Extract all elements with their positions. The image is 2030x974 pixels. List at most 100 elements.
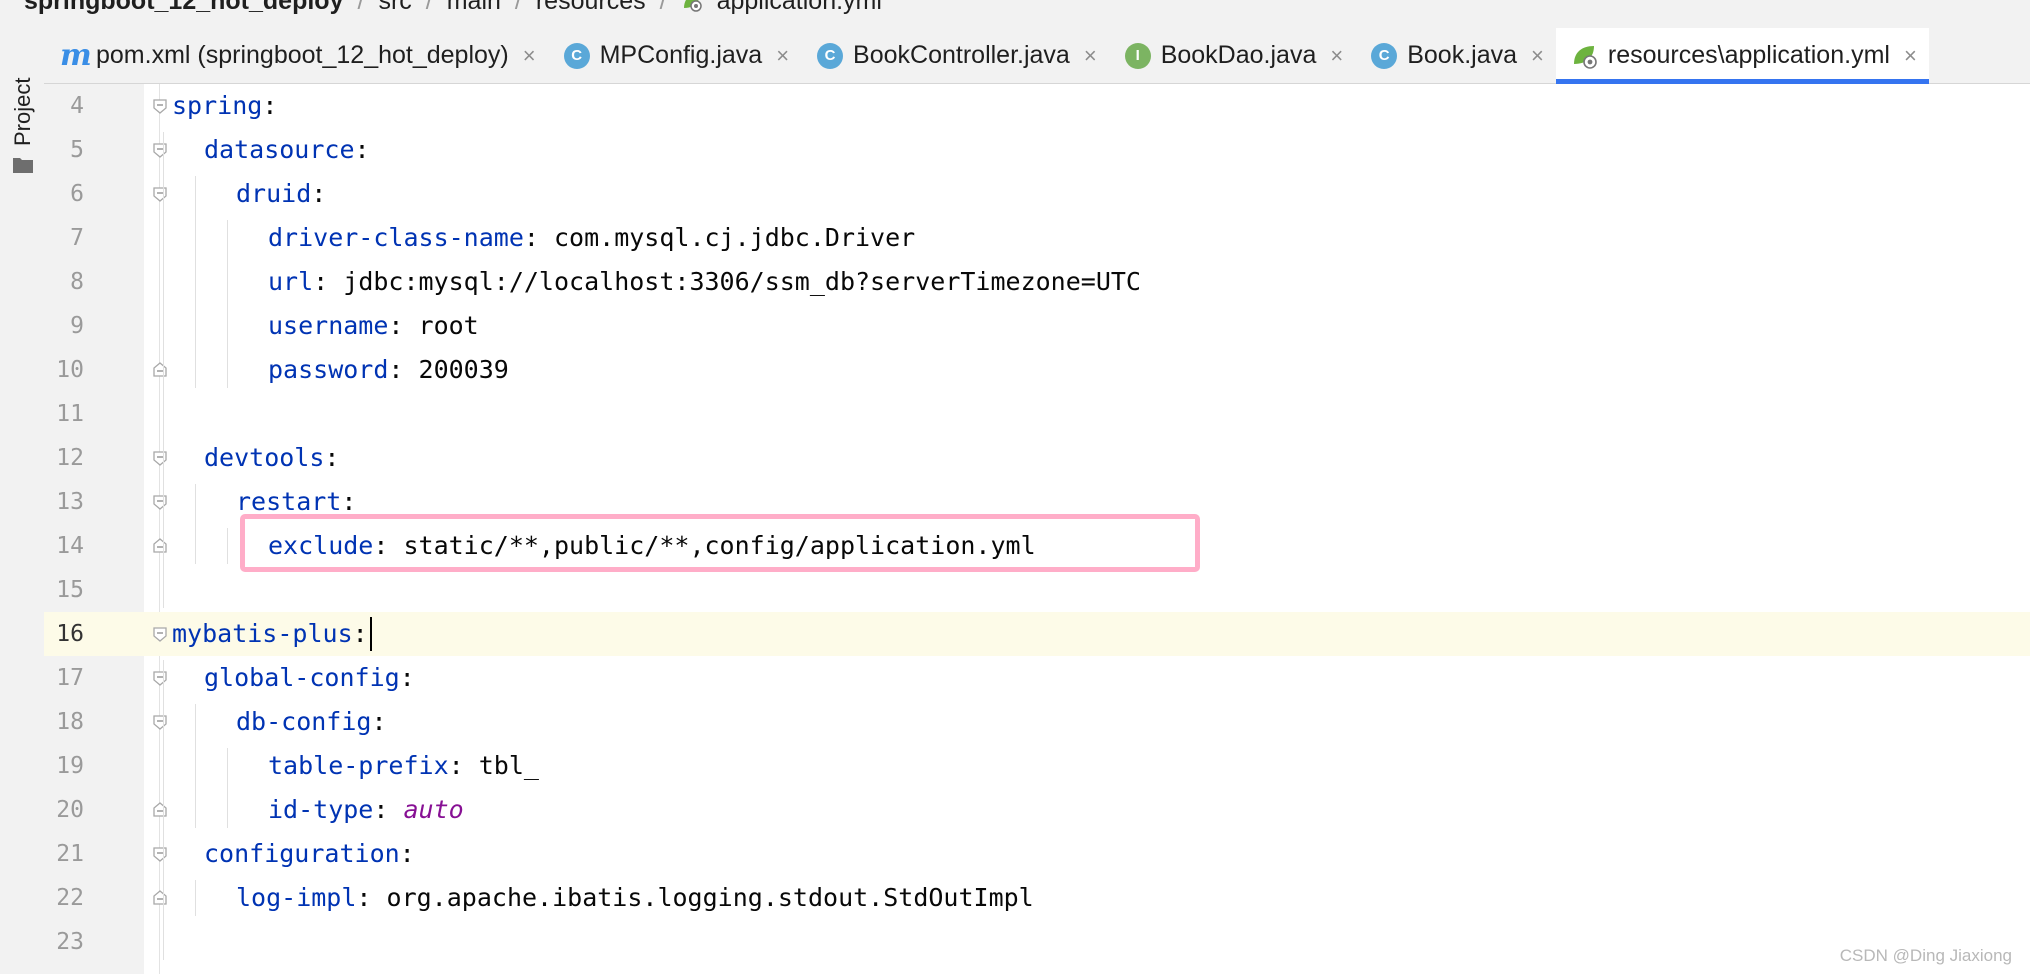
close-icon[interactable]: × xyxy=(1084,43,1097,69)
breadcrumb-item-project[interactable]: springboot_12_hot_deploy xyxy=(24,0,343,16)
breadcrumb-item-main[interactable]: main xyxy=(447,0,501,16)
code-line[interactable]: 9 username: root xyxy=(44,304,2030,348)
fold-collapse-icon[interactable] xyxy=(152,186,168,202)
folder-icon[interactable] xyxy=(12,156,34,174)
code-text: datasource: xyxy=(204,128,370,172)
yaml-separator: : xyxy=(523,223,554,252)
code-line[interactable]: 5 datasource: xyxy=(44,128,2030,172)
yaml-value: tbl_ xyxy=(478,751,539,780)
line-number: 11 xyxy=(56,401,84,427)
yaml-key: password xyxy=(268,355,389,384)
line-number: 5 xyxy=(70,137,84,163)
fold-collapse-icon[interactable] xyxy=(152,626,168,642)
indent-guide xyxy=(195,704,196,828)
code-text: id-type: auto xyxy=(268,788,464,832)
code-line[interactable]: 18 db-config: xyxy=(44,700,2030,744)
code-line[interactable]: 16 mybatis-plus: xyxy=(44,612,2030,656)
line-number: 21 xyxy=(56,841,84,867)
code-line[interactable]: 22 log-impl: org.apache.ibatis.logging.st… xyxy=(44,876,2030,920)
tab-mpconfig-java[interactable]: C MPConfig.java × xyxy=(548,28,801,83)
code-text: global-config: xyxy=(204,656,415,700)
code-text: url: jdbc:mysql://localhost:3306/ssm_db?… xyxy=(268,260,1141,304)
code-line[interactable]: 4 spring: xyxy=(44,84,2030,128)
indent-guide xyxy=(227,748,228,828)
code-line[interactable]: 7 driver-class-name: com.mysql.cj.jdbc.Dr… xyxy=(44,216,2030,260)
yaml-key: configuration xyxy=(204,839,400,868)
code-text: db-config: xyxy=(236,700,387,744)
code-line[interactable]: 20 id-type: auto xyxy=(44,788,2030,832)
tab-bookdao-java[interactable]: I BookDao.java × xyxy=(1109,28,1356,83)
fold-end-icon[interactable] xyxy=(152,802,168,818)
code-text: username: root xyxy=(268,304,479,348)
yaml-value: com.mysql.cj.jdbc.Driver xyxy=(553,223,916,252)
fold-collapse-icon[interactable] xyxy=(152,98,168,114)
fold-end-icon[interactable] xyxy=(152,538,168,554)
spring-yml-icon xyxy=(1572,43,1598,69)
yaml-key: global-config xyxy=(204,663,400,692)
code-text: mybatis-plus: xyxy=(172,612,368,656)
fold-end-icon[interactable] xyxy=(152,362,168,378)
fold-collapse-icon[interactable] xyxy=(152,846,168,862)
line-number: 10 xyxy=(56,357,84,383)
yaml-separator: : xyxy=(354,135,370,164)
tab-bookcontroller-java[interactable]: C BookController.java × xyxy=(801,28,1109,83)
yaml-value: 200039 xyxy=(418,355,509,384)
code-line[interactable]: 12 devtools: xyxy=(44,436,2030,480)
code-editor[interactable]: 4 spring: 5 datasource: 6 druid: 7 driver-class… xyxy=(44,84,2030,974)
yaml-separator: : xyxy=(448,751,479,780)
indent-guide xyxy=(227,220,228,388)
fold-collapse-icon[interactable] xyxy=(152,670,168,686)
line-number: 18 xyxy=(56,709,84,735)
line-number: 6 xyxy=(70,181,84,207)
yaml-separator: : xyxy=(371,707,387,736)
yaml-value: org.apache.ibatis.logging.stdout.StdOutI… xyxy=(386,883,1034,912)
line-number: 15 xyxy=(56,577,84,603)
tool-window-strip: Project xyxy=(0,28,45,974)
breadcrumb-separator: / xyxy=(357,0,365,15)
breadcrumb-item-file[interactable]: application.yml xyxy=(717,0,882,16)
line-number: 12 xyxy=(56,445,84,471)
yaml-key: devtools xyxy=(204,443,325,472)
close-icon[interactable]: × xyxy=(776,43,789,69)
line-number: 7 xyxy=(70,225,84,251)
code-line[interactable]: 10 password: 200039 xyxy=(44,348,2030,392)
breadcrumb-separator: / xyxy=(425,0,433,15)
code-line[interactable]: 17 global-config: xyxy=(44,656,2030,700)
breadcrumb-item-src[interactable]: src xyxy=(378,0,411,16)
code-line[interactable]: 11 xyxy=(44,392,2030,436)
yaml-key: db-config xyxy=(236,707,372,736)
yaml-separator: : xyxy=(324,443,340,472)
project-tool-button[interactable]: Project xyxy=(10,78,36,146)
code-line[interactable]: 6 druid: xyxy=(44,172,2030,216)
yaml-separator: : xyxy=(388,355,419,384)
maven-m-icon: m xyxy=(60,37,92,73)
fold-end-icon[interactable] xyxy=(152,890,168,906)
line-number: 17 xyxy=(56,665,84,691)
class-icon: C xyxy=(563,42,590,69)
code-line[interactable]: 19 table-prefix: tbl_ xyxy=(44,744,2030,788)
code-line[interactable]: 8 url: jdbc:mysql://localhost:3306/ssm_db… xyxy=(44,260,2030,304)
tab-application-yml[interactable]: resources\application.yml × xyxy=(1555,28,1929,84)
code-text: devtools: xyxy=(204,436,339,480)
fold-collapse-icon[interactable] xyxy=(152,142,168,158)
code-line[interactable]: 23 xyxy=(44,920,2030,964)
fold-collapse-icon[interactable] xyxy=(152,494,168,510)
code-text: spring: xyxy=(172,84,277,128)
tab-pom-xml[interactable]: m pom.xml (springboot_12_hot_deploy) × xyxy=(44,28,548,83)
indent-guide xyxy=(195,880,196,916)
code-line[interactable]: 21 configuration: xyxy=(44,832,2030,876)
breadcrumb: springboot_12_hot_deploy / src / main / … xyxy=(0,0,2030,29)
breadcrumb-item-resources[interactable]: resources xyxy=(536,0,646,16)
code-line[interactable]: 15 xyxy=(44,568,2030,612)
close-icon[interactable]: × xyxy=(1904,43,1917,69)
spring-yml-icon xyxy=(681,0,703,12)
tab-label: resources\application.yml xyxy=(1607,41,1890,69)
close-icon[interactable]: × xyxy=(523,43,536,69)
code-text: table-prefix: tbl_ xyxy=(268,744,539,788)
close-icon[interactable]: × xyxy=(1330,43,1343,69)
fold-collapse-icon[interactable] xyxy=(152,450,168,466)
fold-collapse-icon[interactable] xyxy=(152,714,168,730)
class-icon: C xyxy=(817,42,844,69)
close-icon[interactable]: × xyxy=(1531,43,1544,69)
tab-book-java[interactable]: C Book.java × xyxy=(1355,28,1556,83)
